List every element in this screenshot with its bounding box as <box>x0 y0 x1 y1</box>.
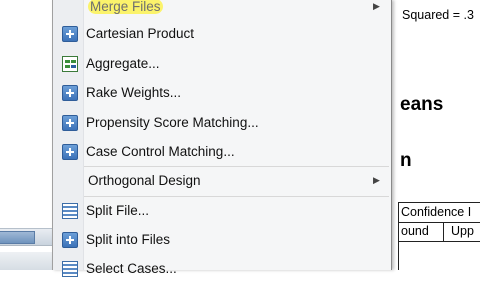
split-into-files-label: Split into Files <box>86 232 171 247</box>
plus-icon <box>62 115 78 131</box>
aggregate-label: Aggregate... <box>86 56 160 71</box>
orthogonal-design-label: Orthogonal Design <box>88 173 201 188</box>
left-pane <box>0 0 54 270</box>
split-file-icon <box>62 203 78 219</box>
propensity-score-matching-label: Propensity Score Matching... <box>86 115 259 130</box>
menu-item-propensity-score-matching[interactable]: Propensity Score Matching... <box>53 109 391 138</box>
menu-item-rake-weights[interactable]: Rake Weights... <box>53 79 391 108</box>
scrollbar-thumb[interactable] <box>0 231 35 244</box>
menu-item-split-file[interactable]: Split File... <box>53 197 391 226</box>
select-cases-icon <box>62 261 78 277</box>
output-heading: eans <box>400 94 444 115</box>
rake-weights-label: Rake Weights... <box>86 85 182 100</box>
upper-bound-header: Upp <box>451 224 474 238</box>
submenu-arrow-icon: ▶ <box>373 1 380 11</box>
aggregate-icon <box>62 56 78 72</box>
menu-item-split-into-files[interactable]: Split into Files <box>53 226 391 255</box>
cartesian-product-label: Cartesian Product <box>86 26 195 41</box>
menu-item-orthogonal-design[interactable]: Orthogonal Design ▶ <box>53 167 391 196</box>
lower-bound-header: ound <box>399 222 444 241</box>
menu-item-merge-files[interactable]: Merge Files ▶ <box>53 0 391 22</box>
ci-header: Confidence I <box>399 202 480 223</box>
output-subheading: n <box>400 150 412 171</box>
data-menu-dropdown: Merge Files ▶ Cartesian Product Aggregat… <box>52 0 392 277</box>
output-viewer: Squared = .3 eans n Confidence I ound Up… <box>390 0 480 270</box>
menu-item-aggregate[interactable]: Aggregate... <box>53 50 391 79</box>
r-squared-footnote: Squared = .3 <box>402 8 474 22</box>
select-cases-label: Select Cases... <box>86 261 177 276</box>
plus-icon <box>62 85 78 101</box>
submenu-arrow-icon: ▶ <box>373 175 380 185</box>
plus-icon <box>62 144 78 160</box>
case-control-matching-label: Case Control Matching... <box>86 144 235 159</box>
confidence-table: Confidence I ound Upp <box>398 202 480 270</box>
menu-item-cartesian-product[interactable]: Cartesian Product <box>53 20 391 49</box>
plus-icon <box>62 232 78 248</box>
left-status-strip <box>0 252 54 270</box>
horizontal-scrollbar[interactable] <box>0 228 54 246</box>
menu-item-case-control-matching[interactable]: Case Control Matching... <box>53 138 391 167</box>
merge-files-label: Merge Files <box>88 0 163 14</box>
split-file-label: Split File... <box>86 203 150 218</box>
plus-icon <box>62 26 78 42</box>
ci-subheader-row: ound Upp <box>399 222 480 242</box>
